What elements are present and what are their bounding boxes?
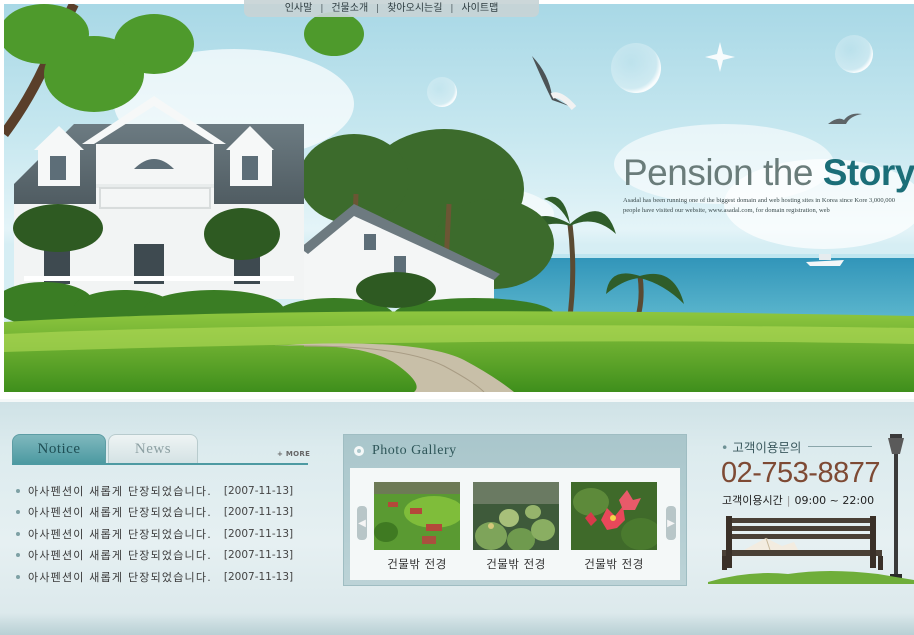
hero-subtitle: Asadal has been running one of the bigge… — [623, 197, 896, 214]
chevron-left-icon: ◀ — [358, 517, 366, 529]
bubble-icon — [611, 43, 661, 93]
photo-gallery: Photo Gallery ◀ 건물밖 전경 건물밖 전경 건물밖 전경 ▶ — [343, 434, 687, 586]
business-hours: 고객이용시간 | 09:00 ~ 22:00 — [722, 492, 874, 508]
notice-title: 아사펜션이 새롭게 단장되었습니다. — [28, 570, 212, 584]
hero-title: Pension the Story — [623, 152, 914, 194]
gallery-title: Photo Gallery — [372, 443, 457, 458]
gallery-caption: 건물밖 전경 — [584, 557, 644, 571]
list-item[interactable]: 아사펜션이 새롭게 단장되었습니다. [2007-11-13] — [16, 480, 316, 502]
page: 인사말 | 건물소개 | 찾아오시는길 | 사이트맵 Pension the S… — [0, 0, 914, 635]
tab-news[interactable]: News — [108, 434, 198, 463]
nav-greeting[interactable]: 인사말 — [281, 1, 317, 16]
notice-date: [2007-11-13] — [223, 506, 294, 519]
nav-separator: | — [450, 3, 454, 14]
bullet-icon — [16, 531, 20, 536]
hero-banner: Pension the Story Asadal has been runnin… — [4, 4, 914, 392]
notice-tabs: Notice News — [12, 434, 312, 464]
chevron-right-icon: ▶ — [667, 517, 675, 529]
tab-notice[interactable]: Notice — [12, 434, 106, 463]
gallery-caption: 건물밖 전경 — [486, 557, 546, 571]
notice-date: [2007-11-13] — [223, 549, 294, 562]
list-item[interactable]: 아사펜션이 새롭게 단장되었습니다. [2007-11-13] — [16, 566, 316, 588]
hours-label: 고객이용시간 — [722, 494, 783, 507]
notice-list: 아사펜션이 새롭게 단장되었습니다. [2007-11-13] 아사펜션이 새롭… — [16, 480, 316, 588]
hours-separator: | — [786, 494, 791, 507]
gallery-prev-button[interactable]: ◀ — [357, 506, 367, 540]
phone-number[interactable]: 02-753-8877 — [721, 457, 880, 490]
notice-title: 아사펜션이 새롭게 단장되었습니다. — [28, 527, 212, 541]
hero-title-strong: Story — [822, 152, 914, 193]
gallery-caption: 건물밖 전경 — [387, 557, 447, 571]
top-navigation: 인사말 | 건물소개 | 찾아오시는길 | 사이트맵 — [244, 0, 539, 17]
more-link[interactable]: + MORE — [277, 450, 310, 458]
content-band: Notice News + MORE 아사펜션이 새롭게 단장되었습니다. [2… — [0, 399, 914, 635]
nav-separator: | — [376, 3, 380, 14]
notice-date: [2007-11-13] — [223, 570, 294, 583]
tab-underline — [12, 463, 308, 465]
gallery-next-button[interactable]: ▶ — [666, 506, 676, 540]
nav-building[interactable]: 건물소개 — [327, 1, 372, 16]
list-item[interactable]: 아사펜션이 새롭게 단장되었습니다. [2007-11-13] — [16, 502, 316, 524]
bullet-icon — [16, 488, 20, 493]
bullet-icon — [16, 510, 20, 515]
gallery-header: Photo Gallery — [344, 435, 686, 467]
flower-photo-icon — [571, 482, 657, 550]
ring-icon — [354, 446, 364, 456]
hero-title-light: Pension the — [623, 152, 823, 193]
notice-date: [2007-11-13] — [223, 484, 294, 497]
notice-title: 아사펜션이 새롭게 단장되었습니다. — [28, 549, 212, 563]
list-item[interactable]: 아사펜션이 새롭게 단장되었습니다. [2007-11-13] — [16, 545, 316, 567]
nav-separator: | — [320, 3, 324, 14]
notice-date: [2007-11-13] — [223, 527, 294, 540]
nav-sitemap[interactable]: 사이트맵 — [457, 1, 502, 16]
notice-title: 아사펜션이 새롭게 단장되었습니다. — [28, 484, 212, 498]
contact-label: 고객이용문의 — [721, 437, 801, 456]
nav-directions[interactable]: 찾아오시는길 — [383, 1, 446, 16]
contact-divider — [808, 446, 872, 447]
hours-value: 09:00 ~ 22:00 — [794, 494, 875, 507]
gallery-photo-garden[interactable] — [374, 482, 460, 550]
notice-title: 아사펜션이 새롭게 단장되었습니다. — [28, 506, 212, 520]
gallery-photo-cactus[interactable] — [473, 482, 559, 550]
garden-photo-icon — [374, 482, 460, 550]
gallery-photo-flower[interactable] — [571, 482, 657, 550]
bullet-icon — [16, 574, 20, 579]
list-item[interactable]: 아사펜션이 새롭게 단장되었습니다. [2007-11-13] — [16, 523, 316, 545]
gallery-track: ◀ 건물밖 전경 건물밖 전경 건물밖 전경 ▶ — [350, 468, 680, 580]
cactus-photo-icon — [473, 482, 559, 550]
bullet-icon — [16, 553, 20, 558]
